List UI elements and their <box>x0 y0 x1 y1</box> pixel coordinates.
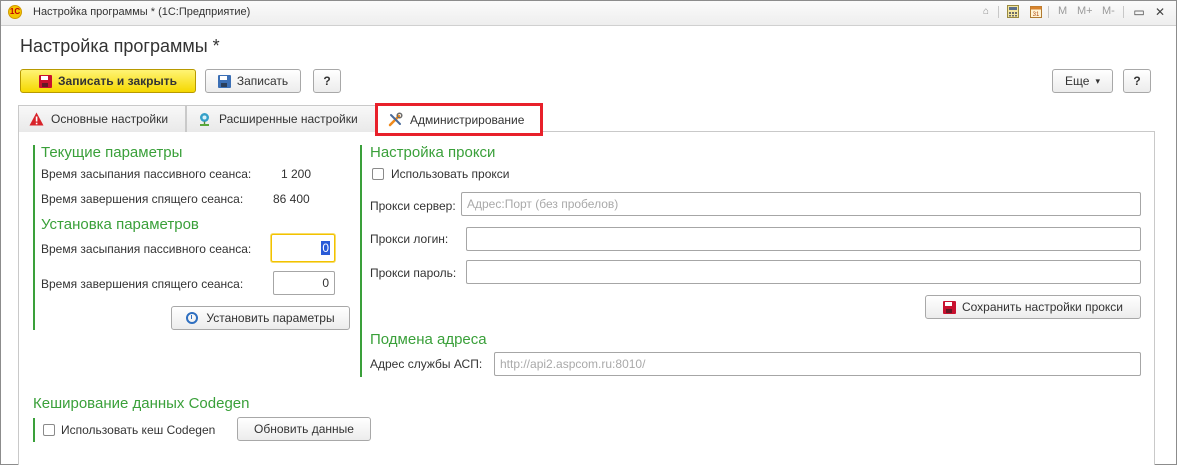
set-sleep-label: Время засыпания пассивного сеанса: <box>41 242 252 256</box>
sleep-time-input[interactable]: 0 <box>271 234 335 262</box>
save-button[interactable]: Записать <box>205 69 301 93</box>
asp-address-label: Адрес службы АСП: <box>370 357 483 371</box>
memory-m-button[interactable]: M <box>1058 5 1067 17</box>
save-icon <box>942 300 956 314</box>
toolbar-separator <box>1123 6 1124 18</box>
asp-address-placeholder: http://api2.aspcom.ru:8010/ <box>500 357 646 371</box>
close-icon[interactable]: ✕ <box>1151 3 1169 21</box>
tab-label: Расширенные настройки <box>219 112 358 126</box>
end-time-input[interactable]: 0 <box>273 271 335 295</box>
address-title: Подмена адреса <box>370 331 487 348</box>
save-and-close-button[interactable]: Записать и закрыть <box>20 69 196 93</box>
group-border <box>360 145 362 377</box>
memory-minus-button[interactable]: M- <box>1102 5 1115 17</box>
proxy-password-label: Прокси пароль: <box>370 266 457 280</box>
group-border <box>33 418 35 442</box>
current-end-label: Время завершения спящего сеанса: <box>41 192 244 206</box>
network-icon <box>200 112 209 126</box>
app-logo-icon: 1С <box>8 5 22 19</box>
proxy-login-input[interactable] <box>466 227 1141 251</box>
current-sleep-label: Время засыпания пассивного сеанса: <box>41 167 252 181</box>
active-tab-highlight <box>375 103 543 136</box>
calculator-icon[interactable] <box>1006 5 1020 19</box>
use-codegen-cache-checkbox[interactable] <box>43 424 55 436</box>
chevron-down-icon: ▾ <box>1095 75 1100 86</box>
set-end-label: Время завершения спящего сеанса: <box>41 277 244 291</box>
toolbar-separator <box>998 6 999 18</box>
help-button-right[interactable]: ? <box>1123 69 1151 93</box>
current-sleep-value: 1 200 <box>281 167 312 181</box>
save-icon <box>217 74 231 88</box>
proxy-server-input[interactable]: Адрес:Порт (без пробелов) <box>461 192 1141 216</box>
save-proxy-label: Сохранить настройки прокси <box>961 300 1124 314</box>
save-and-close-label: Записать и закрыть <box>58 74 177 88</box>
more-button[interactable]: Еще ▾ <box>1052 69 1113 93</box>
use-proxy-label: Использовать прокси <box>391 167 510 181</box>
use-proxy-checkbox[interactable] <box>372 168 384 180</box>
save-label: Записать <box>236 74 289 88</box>
sleep-time-value: 0 <box>321 241 330 255</box>
page-title: Настройка программы * <box>20 36 220 56</box>
tab-basic-settings[interactable]: Основные настройки <box>18 105 186 132</box>
use-codegen-cache-label: Использовать кеш Codegen <box>61 423 216 437</box>
save-icon <box>39 74 53 88</box>
toolbar-separator <box>1048 6 1049 18</box>
maximize-icon[interactable]: ▭ <box>1130 3 1148 21</box>
set-params-title: Установка параметров <box>41 216 199 233</box>
save-proxy-button[interactable]: Сохранить настройки прокси <box>925 295 1141 319</box>
calendar-icon[interactable]: 31 <box>1029 5 1043 19</box>
tab-advanced-settings[interactable]: Расширенные настройки <box>186 105 376 132</box>
codegen-title: Кеширование данных Codegen <box>33 395 250 412</box>
current-end-value: 86 400 <box>273 192 310 206</box>
current-params-title: Текущие параметры <box>41 144 183 161</box>
proxy-server-label: Прокси сервер: <box>370 199 456 213</box>
proxy-server-placeholder: Адрес:Порт (без пробелов) <box>467 197 619 211</box>
proxy-title: Настройка прокси <box>370 144 496 161</box>
svg-text:31: 31 <box>1033 12 1040 18</box>
refresh-data-button[interactable]: Обновить данные <box>237 417 371 441</box>
memory-plus-button[interactable]: M+ <box>1077 5 1093 17</box>
home-icon[interactable]: ⌂ <box>979 5 993 19</box>
stopwatch-icon <box>186 312 199 324</box>
set-params-label: Установить параметры <box>206 311 335 325</box>
asp-address-input[interactable]: http://api2.aspcom.ru:8010/ <box>494 352 1141 376</box>
set-params-button[interactable]: Установить параметры <box>171 306 350 330</box>
group-border <box>33 145 35 330</box>
proxy-password-input[interactable] <box>466 260 1141 284</box>
proxy-login-label: Прокси логин: <box>370 232 449 246</box>
help-button[interactable]: ? <box>313 69 341 93</box>
window-title: Настройка программы * (1С:Предприятие) <box>33 6 251 18</box>
warning-icon <box>29 112 44 126</box>
tab-label: Основные настройки <box>51 112 169 126</box>
more-label: Еще <box>1065 74 1090 88</box>
